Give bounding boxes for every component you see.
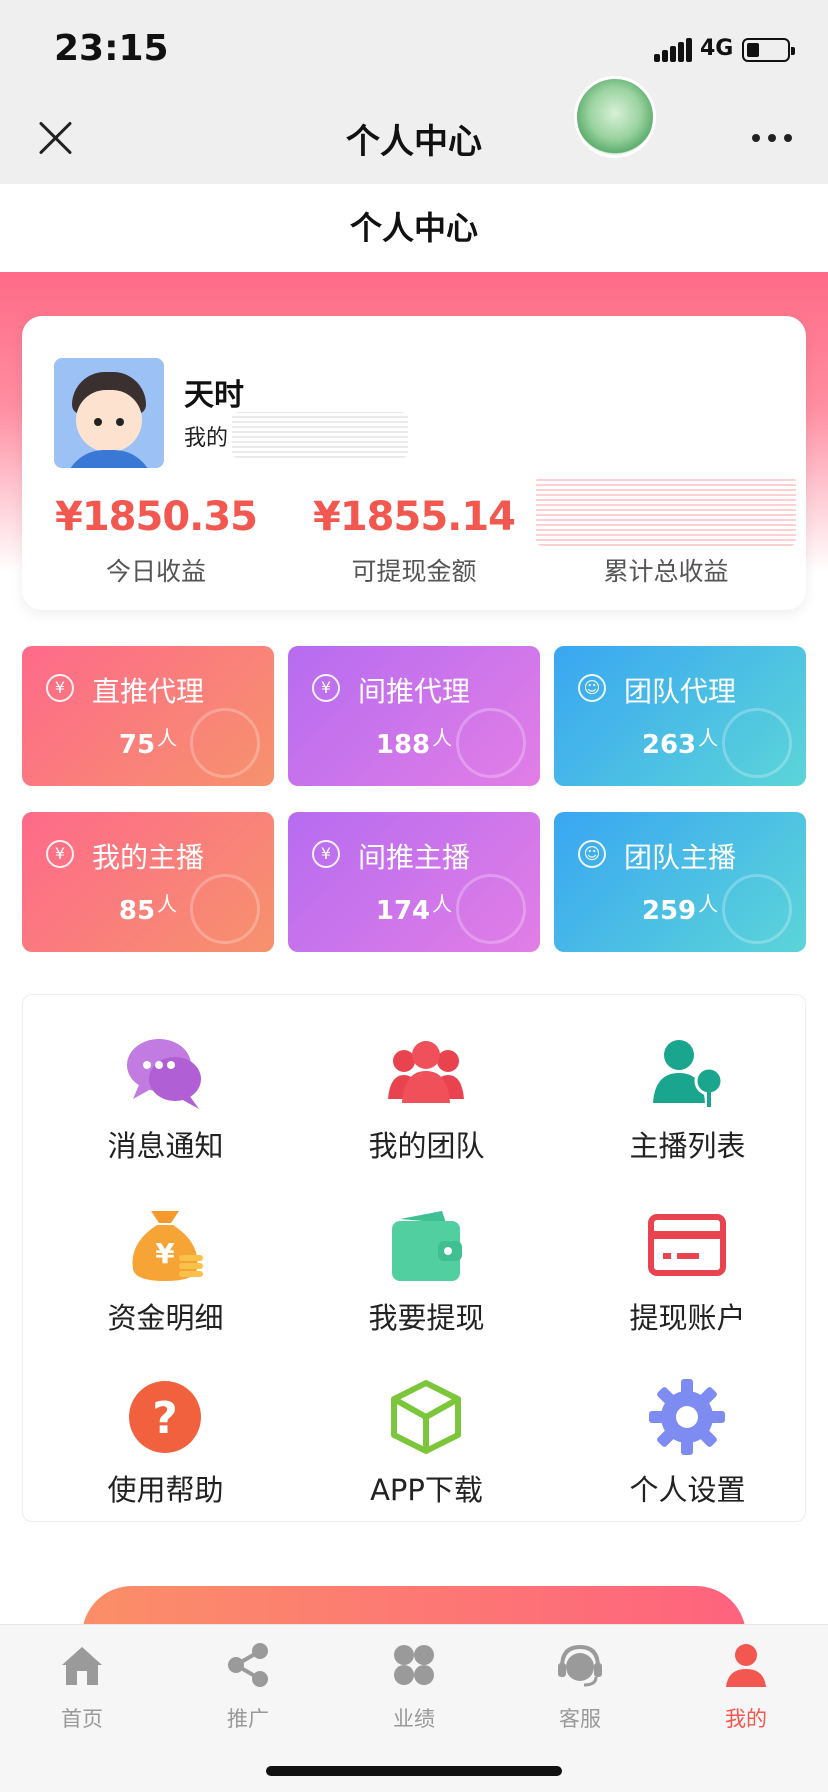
header-title: 个人中心 xyxy=(346,122,482,162)
money-bag-icon: ¥ xyxy=(46,840,74,868)
tile-indirect-agents[interactable]: ¥ 间推代理 188 人 xyxy=(288,646,540,786)
tile-title: 团队主播 xyxy=(624,841,737,874)
menu-label: 使用帮助 xyxy=(107,1473,224,1507)
menu-label: 个人设置 xyxy=(629,1473,746,1507)
signal-icon xyxy=(654,38,692,62)
home-indicator xyxy=(266,1766,562,1776)
money-bag-icon: ¥ xyxy=(46,674,74,702)
tab-service[interactable]: 客服 xyxy=(520,1641,640,1733)
menu-label: 我要提现 xyxy=(368,1301,485,1335)
menu-label: 主播列表 xyxy=(629,1129,746,1163)
stat-value: ¥1855.14 xyxy=(312,494,516,540)
menu-item-help[interactable]: ? 使用帮助 xyxy=(35,1339,296,1509)
share-icon xyxy=(228,1643,268,1687)
help-icon: ? xyxy=(129,1381,201,1453)
stat-total: 累计总收益 xyxy=(546,494,786,588)
stat-value xyxy=(546,494,786,540)
tab-label: 客服 xyxy=(559,1707,601,1731)
cube-icon xyxy=(391,1380,461,1454)
wallet-icon xyxy=(392,1211,462,1281)
tab-label: 业绩 xyxy=(393,1707,435,1731)
menu-item-messages[interactable]: 消息通知 xyxy=(35,995,296,1165)
stat-value: ¥1850.35 xyxy=(54,494,258,540)
svg-text:¥: ¥ xyxy=(155,1237,175,1270)
miniprogram-avatar[interactable] xyxy=(574,76,656,158)
menu-label: 资金明细 xyxy=(107,1301,224,1335)
network-type: 4G xyxy=(700,36,734,61)
user-icon xyxy=(726,1644,766,1687)
tab-label: 首页 xyxy=(61,1707,103,1731)
more-icon[interactable] xyxy=(752,134,792,144)
status-time: 23:15 xyxy=(54,28,169,69)
gear-icon xyxy=(649,1379,725,1455)
card-icon xyxy=(648,1214,726,1276)
tile-title: 直推代理 xyxy=(92,675,205,708)
tile-indirect-streamers[interactable]: ¥ 间推主播 174 人 xyxy=(288,812,540,952)
menu-item-withdraw[interactable]: 我要提现 xyxy=(296,1167,557,1337)
menu-item-settings[interactable]: 个人设置 xyxy=(557,1339,818,1509)
svg-text:?: ? xyxy=(152,1393,178,1444)
redacted-text xyxy=(232,412,408,458)
tile-title: 间推主播 xyxy=(358,841,471,874)
menu-label: 我的团队 xyxy=(368,1129,485,1163)
yen-refresh-icon: ¥ xyxy=(312,674,340,702)
menu-item-my-team[interactable]: 我的团队 xyxy=(296,995,557,1165)
team-icon xyxy=(388,1041,464,1103)
stat-label: 可提现金额 xyxy=(351,557,477,586)
wechat-header: 23:15 4G 个人中心 xyxy=(0,0,828,184)
menu-label: 提现账户 xyxy=(629,1301,746,1335)
tile-my-streamers[interactable]: ¥ 我的主播 85 人 xyxy=(22,812,274,952)
home-icon xyxy=(62,1647,102,1685)
menu-item-app-download[interactable]: APP下载 xyxy=(296,1339,557,1509)
stat-today: ¥1850.35 今日收益 xyxy=(36,494,276,588)
yen-refresh-icon: ¥ xyxy=(312,840,340,868)
tile-team-streamers[interactable]: ☺ 团队主播 259 人 xyxy=(554,812,806,952)
team-icon: ☺ xyxy=(578,674,606,702)
tile-title: 我的主播 xyxy=(92,841,205,874)
tab-label: 推广 xyxy=(227,1707,269,1731)
menu-label: APP下载 xyxy=(370,1473,483,1507)
profile-card: 天时 我的 ¥1850.35 今日收益 ¥1855.14 可提现金额 累计总收益 xyxy=(22,316,806,610)
team-icon: ☺ xyxy=(578,840,606,868)
stat-label: 今日收益 xyxy=(105,557,206,586)
tile-title: 间推代理 xyxy=(358,675,471,708)
tab-home[interactable]: 首页 xyxy=(22,1641,142,1733)
chat-bubbles-icon xyxy=(127,1039,201,1109)
user-name: 天时 xyxy=(184,378,244,413)
tab-performance[interactable]: 业绩 xyxy=(354,1641,474,1733)
battery-icon xyxy=(742,38,795,62)
clover-icon xyxy=(394,1645,434,1685)
tab-label: 我的 xyxy=(725,1707,767,1731)
page-title-bar: 个人中心 xyxy=(0,184,828,272)
menu-label: 消息通知 xyxy=(107,1129,224,1163)
user-subtitle: 我的 xyxy=(184,426,229,451)
user-tree-icon xyxy=(653,1040,724,1107)
money-bag-icon: ¥ xyxy=(132,1211,203,1281)
tile-team-agents[interactable]: ☺ 团队代理 263 人 xyxy=(554,646,806,786)
menu-item-streamer-list[interactable]: 主播列表 xyxy=(557,995,818,1165)
stat-label: 累计总收益 xyxy=(603,557,729,586)
tile-direct-agents[interactable]: ¥ 直推代理 75 人 xyxy=(22,646,274,786)
menu-item-withdraw-account[interactable]: 提现账户 xyxy=(557,1167,818,1337)
tile-title: 团队代理 xyxy=(624,675,737,708)
tab-mine[interactable]: 我的 xyxy=(686,1641,806,1733)
avatar[interactable] xyxy=(54,358,164,468)
headset-icon xyxy=(558,1644,602,1687)
page-title: 个人中心 xyxy=(349,209,478,247)
tab-promote[interactable]: 推广 xyxy=(188,1641,308,1733)
menu-item-funds[interactable]: ¥ 资金明细 xyxy=(35,1167,296,1337)
menu-grid: 消息通知 我的团队 主播列表 ¥ 资金明细 我要提现 提现账户 ? 使用帮助 A… xyxy=(22,994,806,1522)
stat-withdrawable: ¥1855.14 可提现金额 xyxy=(294,494,534,588)
